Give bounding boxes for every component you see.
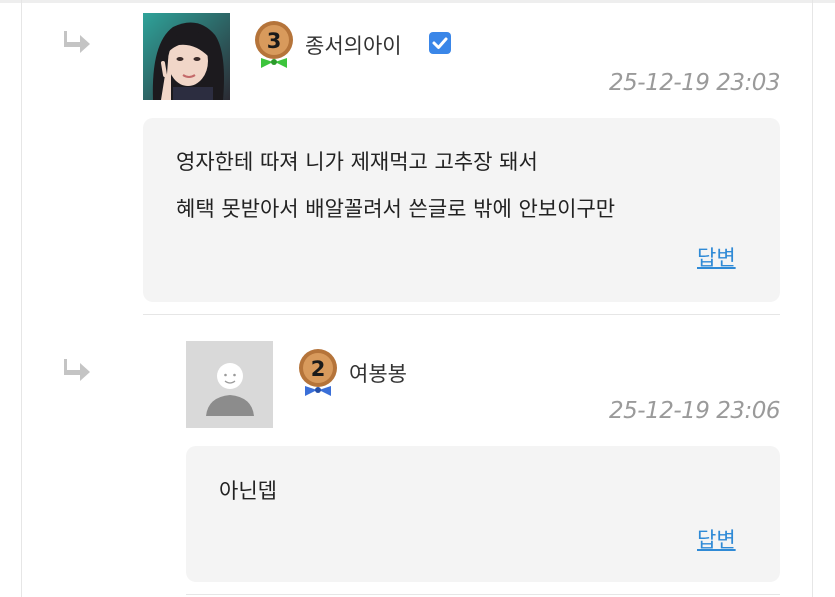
comment-divider [186,594,780,595]
reply-button[interactable]: 답변 [697,524,736,554]
reply-arrow-icon [63,30,91,54]
comment-date: 25-12-19 23:06 [609,398,781,424]
nickname[interactable]: 여봉봉 [349,358,407,388]
level-badge: 3 [253,18,295,68]
default-profile-icon [186,341,273,428]
comment-text-line: 아닌뎁 [219,479,277,503]
reply-button[interactable]: 답변 [697,242,736,272]
level-badge: 2 [297,346,339,396]
svg-text:2: 2 [311,357,326,381]
comment-date: 25-12-19 23:03 [609,70,781,96]
check-badge-icon [429,32,451,54]
comment-text-line: 혜택 못받아서 배알꼴려서 쓴글로 밖에 안보이구만 [176,197,616,221]
reply-arrow-icon [63,358,91,382]
avatar[interactable] [143,13,230,100]
right-border [812,0,813,597]
top-border [0,0,835,3]
svg-text:3: 3 [267,29,282,53]
avatar[interactable] [186,341,273,428]
comment-text-line: 영자한테 따져 니가 제재먹고 고추장 돼서 [176,150,538,174]
left-border [21,0,22,597]
nickname[interactable]: 종서의아이 [305,30,402,60]
comment-divider [143,314,780,315]
comment-body [186,446,780,582]
profile-photo [143,13,230,100]
